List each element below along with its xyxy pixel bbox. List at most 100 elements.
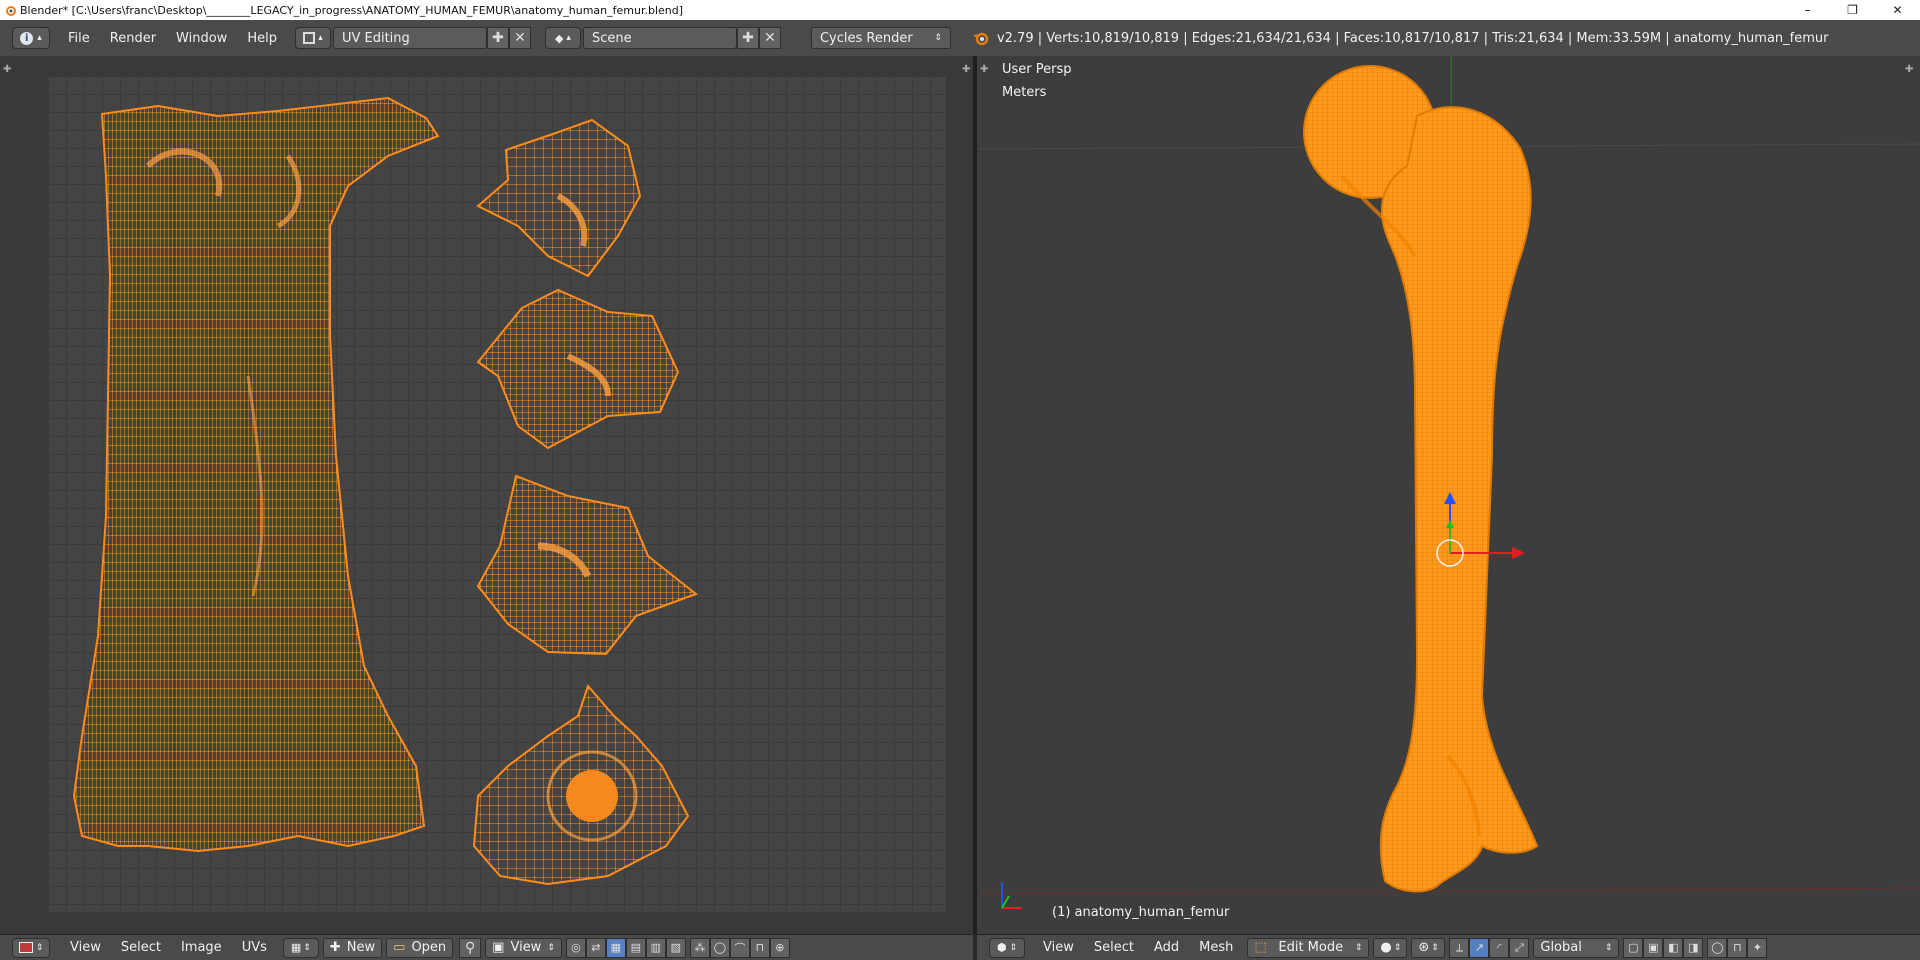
editor-type-button[interactable]: ⬢ ⇕ [989, 937, 1025, 958]
x-axis-line [977, 887, 1920, 895]
uv-menu-uvs[interactable]: UVs [232, 940, 277, 955]
blender-icon [6, 6, 16, 16]
edge-select-icon[interactable]: ▤ [625, 937, 646, 958]
femur-mesh[interactable] [1303, 65, 1539, 893]
add-scene-icon[interactable]: ✚ [736, 27, 759, 49]
updown-icon: ⇕ [934, 33, 942, 43]
translate-icon[interactable]: ↗ [1469, 937, 1490, 958]
info-header: i ▴ File Render Window Help ▴ UV Editing… [0, 20, 1920, 57]
view-mode-select[interactable]: ▣ View ⇕ [485, 937, 562, 958]
face-select-icon[interactable]: ▥ [645, 937, 666, 958]
sticky-mode-icon[interactable]: ⁂ [689, 937, 710, 958]
chevron-icon: ▴ [566, 33, 571, 43]
menu-help[interactable]: Help [237, 31, 287, 46]
view-mode-icon: ▣ [492, 940, 505, 955]
folder-icon: ▭ [393, 940, 406, 955]
falloff-icon[interactable]: ⌒ [729, 937, 750, 958]
close-window-icon[interactable]: ✕ [1875, 0, 1920, 20]
scene-field[interactable]: Scene [582, 27, 737, 49]
scale-icon[interactable]: ⤢ [1509, 937, 1530, 958]
render-engine-label: Cycles Render [819, 30, 913, 46]
uv-menu-select[interactable]: Select [111, 940, 171, 955]
axis-orientation-icon [1001, 882, 1022, 909]
render-icon[interactable]: ✦ [1747, 937, 1768, 958]
screen-layout-menu-button[interactable]: ▴ [294, 27, 331, 49]
uv-island-condyle[interactable] [472, 684, 690, 886]
3d-view-header: ⬢ ⇕ View Select Add Mesh ⬚ Edit Mode ⇕ ●… [977, 934, 1920, 960]
window-title: Blender* [C:\Users\franc\Desktop\_______… [20, 3, 684, 17]
editor-type-button[interactable]: ⇕ [12, 937, 50, 958]
proportional-icon[interactable]: ◯ [1707, 937, 1728, 958]
chevron-icon: ▴ [318, 33, 323, 43]
mode-select[interactable]: ⬚ Edit Mode ⇕ [1247, 937, 1370, 958]
manipulator-toggle-icon[interactable]: ⟂ [1449, 937, 1470, 958]
shading-icon: ● [1380, 940, 1392, 955]
render-engine-select[interactable]: Cycles Render ⇕ [810, 27, 951, 49]
scene-icon: ◆ [554, 31, 564, 45]
scene-statistics: v2.79 | Verts:10,819/10,819 | Edges:21,6… [996, 30, 1829, 46]
shading-select[interactable]: ● ⇕ [1373, 937, 1408, 958]
island-select-icon[interactable]: ▧ [665, 937, 686, 958]
chevron-icon: ⇕ [35, 942, 44, 953]
screen-layout-field[interactable]: UV Editing [332, 27, 487, 49]
uv-menu-view[interactable]: View [60, 940, 111, 955]
uv-image-editor[interactable]: ✚ ✚ [0, 56, 973, 934]
scene-menu-button[interactable]: ◆ ▴ [544, 27, 581, 49]
editor-type-button[interactable]: i ▴ [12, 27, 50, 49]
proportional-icon[interactable]: ◯ [709, 937, 730, 958]
chevron-icon: ▴ [37, 33, 42, 43]
uv-editor-header: ⇕ View Select Image UVs ▦ ⇕ ✚ New ▭ Open… [0, 934, 973, 960]
pivot-select[interactable]: ⊛ ⇕ [1411, 937, 1446, 958]
blender-icon [973, 32, 989, 46]
new-image-button[interactable]: ✚ New [322, 937, 383, 958]
open-label: Open [411, 940, 447, 955]
orientation-select[interactable]: Global ⇕ [1533, 937, 1620, 958]
region-toggle-icon[interactable]: ✚ [962, 64, 970, 75]
view-mode-label: View [510, 940, 542, 955]
view3d-menu-add[interactable]: Add [1144, 940, 1189, 955]
menu-file[interactable]: File [58, 31, 100, 46]
menu-window[interactable]: Window [166, 31, 237, 46]
screen-layout-icon [303, 32, 316, 44]
orientation-label: Global [1540, 940, 1582, 955]
layer-icon[interactable]: ▢ [1623, 937, 1644, 958]
view3d-menu-mesh[interactable]: Mesh [1189, 940, 1243, 955]
maximize-icon[interactable]: ❐ [1830, 0, 1875, 20]
menu-render[interactable]: Render [100, 31, 166, 46]
remove-scene-icon[interactable]: ✕ [758, 27, 781, 49]
view3d-menu-view[interactable]: View [1033, 940, 1084, 955]
vertex-select-icon[interactable]: ▣ [1643, 937, 1664, 958]
rotate-icon[interactable]: ◜ [1489, 937, 1510, 958]
image-browse-button[interactable]: ▦ ⇕ [282, 937, 319, 958]
uv-island-head[interactable] [476, 118, 642, 278]
uv-island-shaft[interactable] [72, 96, 440, 853]
uv-island-trochanter[interactable] [476, 288, 680, 450]
uv-island-neck[interactable] [476, 474, 699, 656]
texture-icon[interactable]: ⊕ [769, 937, 790, 958]
face-select-icon[interactable]: ◨ [1683, 937, 1704, 958]
updown-icon: ⇕ [1431, 942, 1439, 953]
pivot-icon[interactable]: ◎ [565, 937, 586, 958]
uv-islands [72, 96, 699, 886]
new-label: New [346, 940, 376, 955]
sync-selection-icon[interactable]: ⇄ [585, 937, 606, 958]
snap-icon[interactable]: ⊓ [749, 937, 770, 958]
pin-icon[interactable]: ⚲ [459, 937, 482, 958]
edge-select-icon[interactable]: ◧ [1663, 937, 1684, 958]
vertex-select-icon[interactable]: ▦ [605, 937, 626, 958]
region-toggle-icon[interactable]: ✚ [3, 64, 11, 75]
uv-editor-icon [18, 942, 33, 953]
uv-menu-image[interactable]: Image [171, 940, 232, 955]
uv-grid[interactable] [48, 76, 946, 912]
viewport-scene [977, 56, 1920, 909]
view3d-menu-select[interactable]: Select [1084, 940, 1144, 955]
3d-viewport[interactable]: ✚ ✚ User Persp Meters (1) anatomy_human_… [977, 56, 1920, 934]
remove-screen-icon[interactable]: ✕ [508, 27, 531, 49]
snap-icon[interactable]: ⊓ [1727, 937, 1748, 958]
window-titlebar: Blender* [C:\Users\franc\Desktop\_______… [0, 0, 1920, 20]
minimize-icon[interactable]: – [1785, 0, 1830, 20]
chevron-icon: ⇕ [1009, 942, 1018, 953]
add-screen-icon[interactable]: ✚ [486, 27, 509, 49]
open-image-button[interactable]: ▭ Open [386, 937, 454, 958]
active-object-label: (1) anatomy_human_femur [1052, 905, 1230, 920]
